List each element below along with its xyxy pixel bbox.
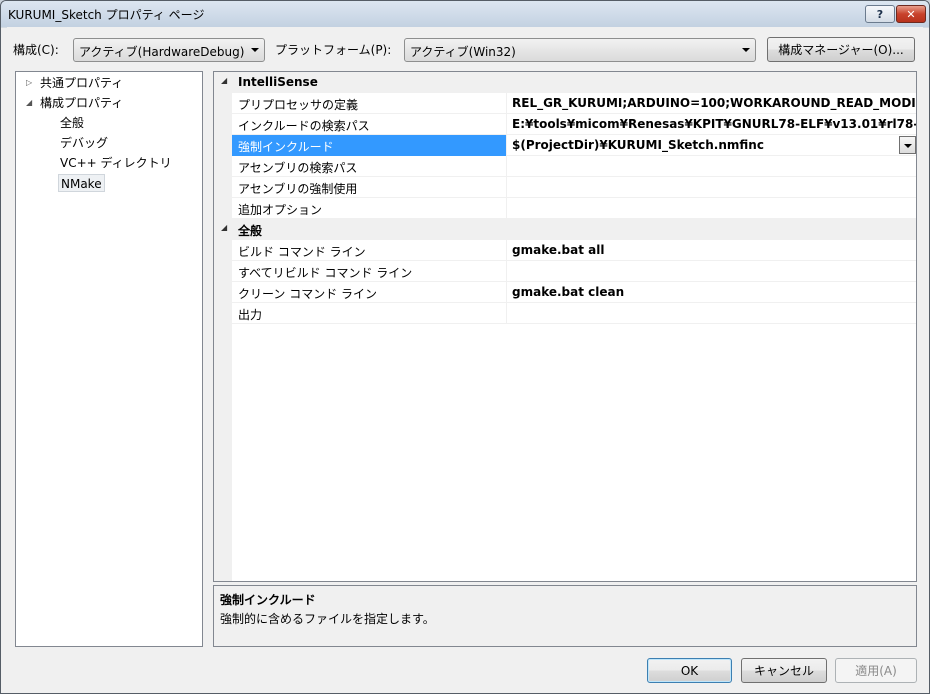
column-divider — [506, 177, 507, 198]
config-combo-value: アクティブ(HardwareDebug) — [79, 45, 245, 59]
platform-combo[interactable]: アクティブ(Win32) — [404, 38, 756, 62]
property-grid: ◢ IntelliSense プリプロセッサの定義 REL_GR_KURUMI;… — [213, 71, 917, 582]
prop-name: 出力 — [238, 308, 263, 322]
column-divider — [506, 114, 507, 135]
tree-item-common-properties[interactable]: 共通プロパティ — [40, 74, 123, 92]
description-text: 強制的に含めるファイルを指定します。 — [220, 612, 435, 626]
column-divider — [506, 198, 507, 219]
prop-name: アセンブリの検索パス — [238, 161, 358, 175]
prop-name: アセンブリの強制使用 — [238, 182, 358, 196]
prop-row-output[interactable]: 出力 — [232, 303, 916, 324]
prop-row-forced-includes[interactable]: 強制インクルード $(ProjectDir)¥KURUMI_Sketch.nmf… — [232, 135, 916, 156]
category-intellisense[interactable]: ◢ IntelliSense — [214, 72, 916, 93]
collapse-icon[interactable]: ◢ — [26, 98, 32, 107]
column-divider — [506, 156, 507, 177]
prop-row-rebuild-all-command-line[interactable]: すべてリビルド コマンド ライン — [232, 261, 916, 282]
config-combo[interactable]: アクティブ(HardwareDebug) — [73, 38, 265, 62]
column-divider — [506, 93, 507, 114]
help-button[interactable]: ? — [865, 5, 895, 23]
category-label: IntelliSense — [238, 75, 318, 89]
platform-combo-value: アクティブ(Win32) — [410, 45, 516, 59]
category-tree[interactable]: ▷ 共通プロパティ ◢ 構成プロパティ 全般 デバッグ VC++ ディレクトリ … — [15, 71, 203, 647]
category-label: 全般 — [238, 224, 263, 238]
platform-label: プラットフォーム(P): — [275, 43, 392, 57]
tree-item-general[interactable]: 全般 — [60, 114, 84, 132]
prop-row-forced-using-assemblies[interactable]: アセンブリの強制使用 — [232, 177, 916, 198]
column-divider — [506, 135, 507, 156]
prop-name: プリプロセッサの定義 — [238, 98, 359, 112]
chevron-down-icon — [742, 48, 750, 52]
prop-value[interactable]: gmake.bat clean — [512, 285, 624, 299]
prop-name: すべてリビルド コマンド ライン — [238, 266, 413, 280]
prop-name: ビルド コマンド ライン — [238, 245, 366, 259]
column-divider — [506, 282, 507, 303]
cancel-button[interactable]: キャンセル — [741, 658, 827, 683]
window-title: KURUMI_Sketch プロパティ ページ — [8, 8, 205, 22]
properties-window: KURUMI_Sketch プロパティ ページ ? ✕ 構成(C): アクティブ… — [0, 0, 930, 694]
tree-item-config-properties[interactable]: 構成プロパティ — [40, 94, 123, 112]
prop-row-include-search-path[interactable]: インクルードの検索パス E:¥tools¥micom¥Renesas¥KPIT¥… — [232, 114, 916, 135]
column-divider — [506, 303, 507, 324]
tree-item-debug[interactable]: デバッグ — [60, 134, 108, 152]
category-general[interactable]: ◢ 全般 — [214, 219, 916, 240]
collapse-icon[interactable]: ◢ — [221, 76, 227, 85]
expand-icon[interactable]: ▷ — [26, 78, 32, 87]
description-panel: 強制インクルード 強制的に含めるファイルを指定します。 — [213, 585, 917, 647]
prop-row-preprocessor-definitions[interactable]: プリプロセッサの定義 REL_GR_KURUMI;ARDUINO=100;WOR… — [232, 93, 916, 114]
prop-value[interactable]: $(ProjectDir)¥KURUMI_Sketch.nmfinc — [512, 138, 764, 152]
prop-name: インクルードの検索パス — [238, 119, 370, 133]
collapse-icon[interactable]: ◢ — [221, 223, 227, 232]
column-divider — [506, 240, 507, 261]
dialog-client: 構成(C): アクティブ(HardwareDebug) プラットフォーム(P):… — [7, 27, 923, 689]
chevron-down-icon — [251, 48, 259, 52]
prop-row-assembly-search-path[interactable]: アセンブリの検索パス — [232, 156, 916, 177]
prop-value[interactable]: REL_GR_KURUMI;ARDUINO=100;WORKAROUND_REA… — [512, 96, 916, 110]
title-bar[interactable]: KURUMI_Sketch プロパティ ページ ? ✕ — [1, 1, 929, 27]
column-divider — [506, 261, 507, 282]
apply-button[interactable]: 適用(A) — [835, 658, 917, 683]
ok-button[interactable]: OK — [647, 658, 732, 683]
prop-row-clean-command-line[interactable]: クリーン コマンド ライン gmake.bat clean — [232, 282, 916, 303]
close-button[interactable]: ✕ — [896, 5, 926, 23]
tree-item-vcpp-directories[interactable]: VC++ ディレクトリ — [60, 154, 172, 172]
config-manager-button[interactable]: 構成マネージャー(O)... — [767, 37, 915, 62]
description-title: 強制インクルード — [220, 593, 316, 607]
prop-row-additional-options[interactable]: 追加オプション — [232, 198, 916, 219]
config-label: 構成(C): — [13, 43, 59, 57]
tree-item-nmake[interactable]: NMake — [58, 174, 105, 192]
value-dropdown-button[interactable] — [899, 136, 916, 154]
prop-row-build-command-line[interactable]: ビルド コマンド ライン gmake.bat all — [232, 240, 916, 261]
prop-value[interactable]: E:¥tools¥micom¥Renesas¥KPIT¥GNURL78-ELF¥… — [512, 117, 916, 131]
prop-name: 追加オプション — [238, 203, 323, 217]
grid-gutter — [214, 72, 232, 581]
prop-value[interactable]: gmake.bat all — [512, 243, 604, 257]
prop-name: クリーン コマンド ライン — [238, 287, 378, 301]
prop-name: 強制インクルード — [238, 140, 334, 154]
